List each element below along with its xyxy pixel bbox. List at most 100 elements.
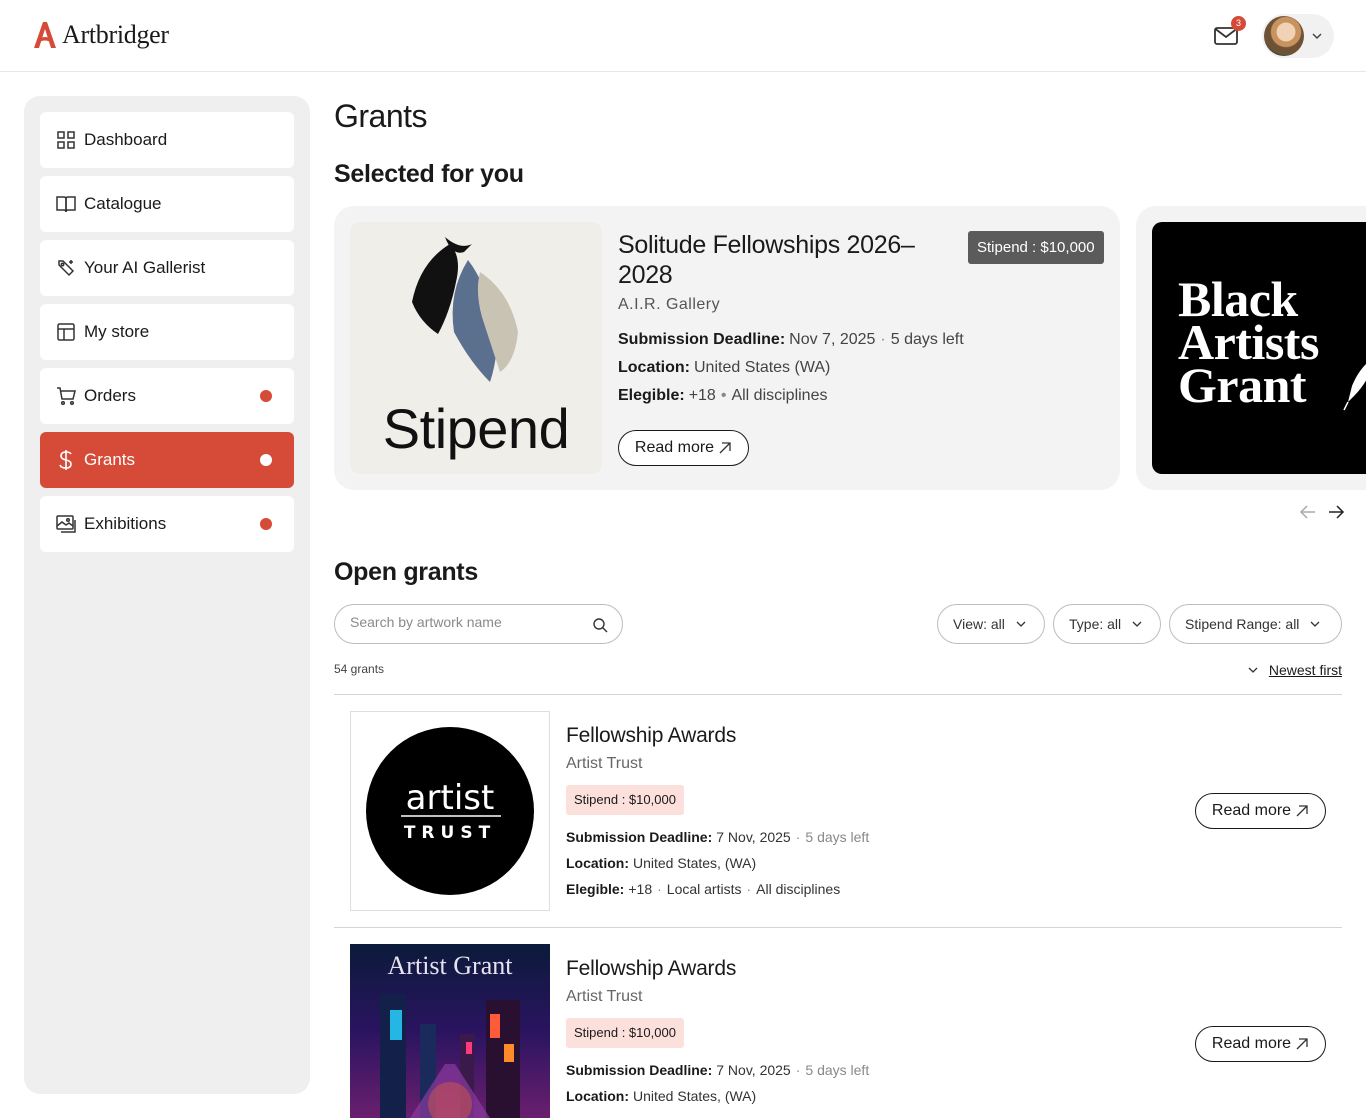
sidebar-item-my-store[interactable]: My store bbox=[40, 304, 294, 360]
featured-deadline: Submission Deadline: Nov 7, 2025 · 5 days l… bbox=[618, 331, 964, 348]
cart-icon bbox=[56, 386, 76, 406]
chevron-down-icon bbox=[1016, 621, 1026, 627]
logo-text-trust: TRUST bbox=[404, 823, 496, 843]
sort-label: Newest first bbox=[1268, 662, 1342, 678]
grant-image[interactable]: artist TRUST bbox=[350, 711, 550, 911]
chevron-down-icon bbox=[1248, 667, 1258, 673]
stipend-filter-label: Stipend Range: all bbox=[1185, 616, 1300, 632]
read-more-label: Read more bbox=[1211, 802, 1292, 819]
sidebar-item-exhibitions[interactable]: Exhibitions bbox=[40, 496, 294, 552]
grant-location: Location: United States, (WA) bbox=[566, 1088, 756, 1104]
read-more-label: Read more bbox=[1211, 1035, 1292, 1052]
notification-dot bbox=[260, 454, 272, 466]
grant-org: Artist Trust bbox=[566, 988, 643, 1005]
eligible-label: Elegible: bbox=[618, 387, 685, 404]
featured-grant-card-next[interactable]: Black Artists Grant bbox=[1136, 206, 1366, 490]
sidebar-item-label: Exhibitions bbox=[84, 514, 167, 533]
eligible-disciplines: All disciplines bbox=[731, 387, 828, 404]
sparkle-tag-icon bbox=[56, 258, 76, 278]
grant-image[interactable]: Artist Grant bbox=[350, 944, 550, 1118]
eligible-disciplines: All disciplines bbox=[756, 881, 841, 897]
location-value: United States (WA) bbox=[694, 359, 831, 376]
view-filter-dropdown[interactable]: View: all bbox=[937, 604, 1045, 644]
logo-text-artist: artist bbox=[406, 778, 495, 818]
stipend-badge: Stipend : $10,000 bbox=[566, 785, 684, 815]
avatar bbox=[1264, 16, 1304, 56]
featured-grant-image-next: Black Artists Grant bbox=[1152, 222, 1366, 474]
next-image-line: Grant bbox=[1178, 357, 1307, 413]
book-icon bbox=[56, 194, 76, 214]
stipend-range-dropdown[interactable]: Stipend Range: all bbox=[1169, 604, 1342, 644]
grant-org: Artist Trust bbox=[566, 755, 643, 772]
search-input[interactable] bbox=[350, 614, 580, 630]
feather-pen-icon bbox=[1343, 364, 1366, 411]
read-more-button[interactable]: Read more bbox=[1195, 793, 1326, 829]
search-icon[interactable] bbox=[592, 617, 608, 633]
brand-logo[interactable]: Artbridger bbox=[32, 20, 169, 50]
divider bbox=[334, 694, 1342, 695]
view-filter-label: View: all bbox=[953, 616, 1005, 632]
sidebar-item-dashboard[interactable]: Dashboard bbox=[40, 112, 294, 168]
store-layout-icon bbox=[56, 322, 76, 342]
deadline-left: 5 days left bbox=[805, 1062, 870, 1078]
grant-title: Fellowship Awards bbox=[566, 957, 737, 980]
stipend-badge: Stipend : $10,000 bbox=[566, 1018, 684, 1048]
user-menu[interactable] bbox=[1262, 14, 1334, 58]
sidebar-item-grants[interactable]: Grants bbox=[40, 432, 294, 488]
deadline-left: 5 days left bbox=[890, 331, 964, 348]
arrow-right-icon[interactable] bbox=[1326, 502, 1346, 522]
eligible-age: +18 bbox=[688, 387, 716, 404]
sidebar-item-label: Dashboard bbox=[84, 130, 168, 149]
artbridger-logo-icon bbox=[34, 22, 56, 48]
featured-grant-card[interactable]: Stipend Solitude Fellowships 2026–2028 S… bbox=[334, 206, 1120, 490]
artist-trust-logo: artist TRUST bbox=[366, 727, 534, 895]
artwork-title-text: Artist Grant bbox=[388, 951, 514, 980]
notification-dot bbox=[260, 390, 272, 402]
location-label: Location: bbox=[618, 359, 690, 376]
page-title: Grants bbox=[334, 98, 428, 134]
read-more-button[interactable]: Read more bbox=[1195, 1026, 1326, 1062]
featured-image-word: Stipend bbox=[382, 397, 570, 460]
deadline-label: Submission Deadline: bbox=[566, 829, 713, 845]
location-label: Location: bbox=[566, 1088, 629, 1104]
next-image-text: Black Artists Grant bbox=[1178, 274, 1319, 413]
artist-grant-artwork: Artist Grant bbox=[350, 944, 550, 1118]
sort-control[interactable]: Newest first bbox=[1247, 662, 1342, 678]
search-field[interactable] bbox=[334, 604, 623, 644]
grant-title: Fellowship Awards bbox=[566, 724, 737, 747]
arrow-up-right-icon bbox=[719, 442, 731, 454]
grant-location: Location: United States, (WA) bbox=[566, 855, 756, 871]
divider bbox=[334, 927, 1342, 928]
arrow-up-right-icon bbox=[1296, 805, 1308, 817]
deadline-value: 7 Nov, 2025 bbox=[716, 829, 791, 845]
featured-grant-org: A.I.R. Gallery bbox=[618, 296, 721, 313]
sidebar-item-ai-gallerist[interactable]: Your AI Gallerist bbox=[40, 240, 294, 296]
sidebar-item-catalogue[interactable]: Catalogue bbox=[40, 176, 294, 232]
sidebar-item-label: Catalogue bbox=[84, 194, 162, 213]
deadline-value: Nov 7, 2025 bbox=[789, 331, 876, 348]
featured-eligible: Elegible: +18 • All disciplines bbox=[618, 387, 828, 404]
deadline-left: 5 days left bbox=[805, 829, 870, 845]
grant-eligible: Elegible: +18 · Local artists · All disciplin… bbox=[566, 881, 841, 897]
sidebar: Dashboard Catalogue Your AI Gallerist My… bbox=[24, 96, 310, 1094]
featured-grant-title: Solitude Fellowships 2026–2028 bbox=[618, 231, 915, 289]
sidebar-item-label: Grants bbox=[84, 450, 136, 469]
location-value: United States, (WA) bbox=[633, 1088, 757, 1104]
read-more-button[interactable]: Read more bbox=[618, 430, 749, 466]
arrow-left-icon[interactable] bbox=[1298, 502, 1318, 522]
sidebar-item-label: Your AI Gallerist bbox=[84, 258, 206, 277]
type-filter-dropdown[interactable]: Type: all bbox=[1053, 604, 1161, 644]
eligible-label: Elegible: bbox=[566, 881, 625, 897]
grant-deadline: Submission Deadline: 7 Nov, 2025 · 5 days l… bbox=[566, 1062, 870, 1078]
sidebar-item-label: Orders bbox=[84, 386, 136, 405]
stipend-badge: Stipend : $10,000 bbox=[968, 231, 1104, 264]
type-filter-label: Type: all bbox=[1069, 616, 1122, 632]
chevron-down-icon bbox=[1132, 621, 1142, 627]
sidebar-item-label: My store bbox=[84, 322, 150, 341]
sidebar-item-orders[interactable]: Orders bbox=[40, 368, 294, 424]
notification-dot bbox=[260, 518, 272, 530]
read-more-label: Read more bbox=[634, 439, 715, 456]
brand-name: Artbridger bbox=[62, 20, 169, 49]
top-bar: Artbridger 3 bbox=[0, 0, 1366, 72]
section-title-selected: Selected for you bbox=[334, 160, 524, 188]
